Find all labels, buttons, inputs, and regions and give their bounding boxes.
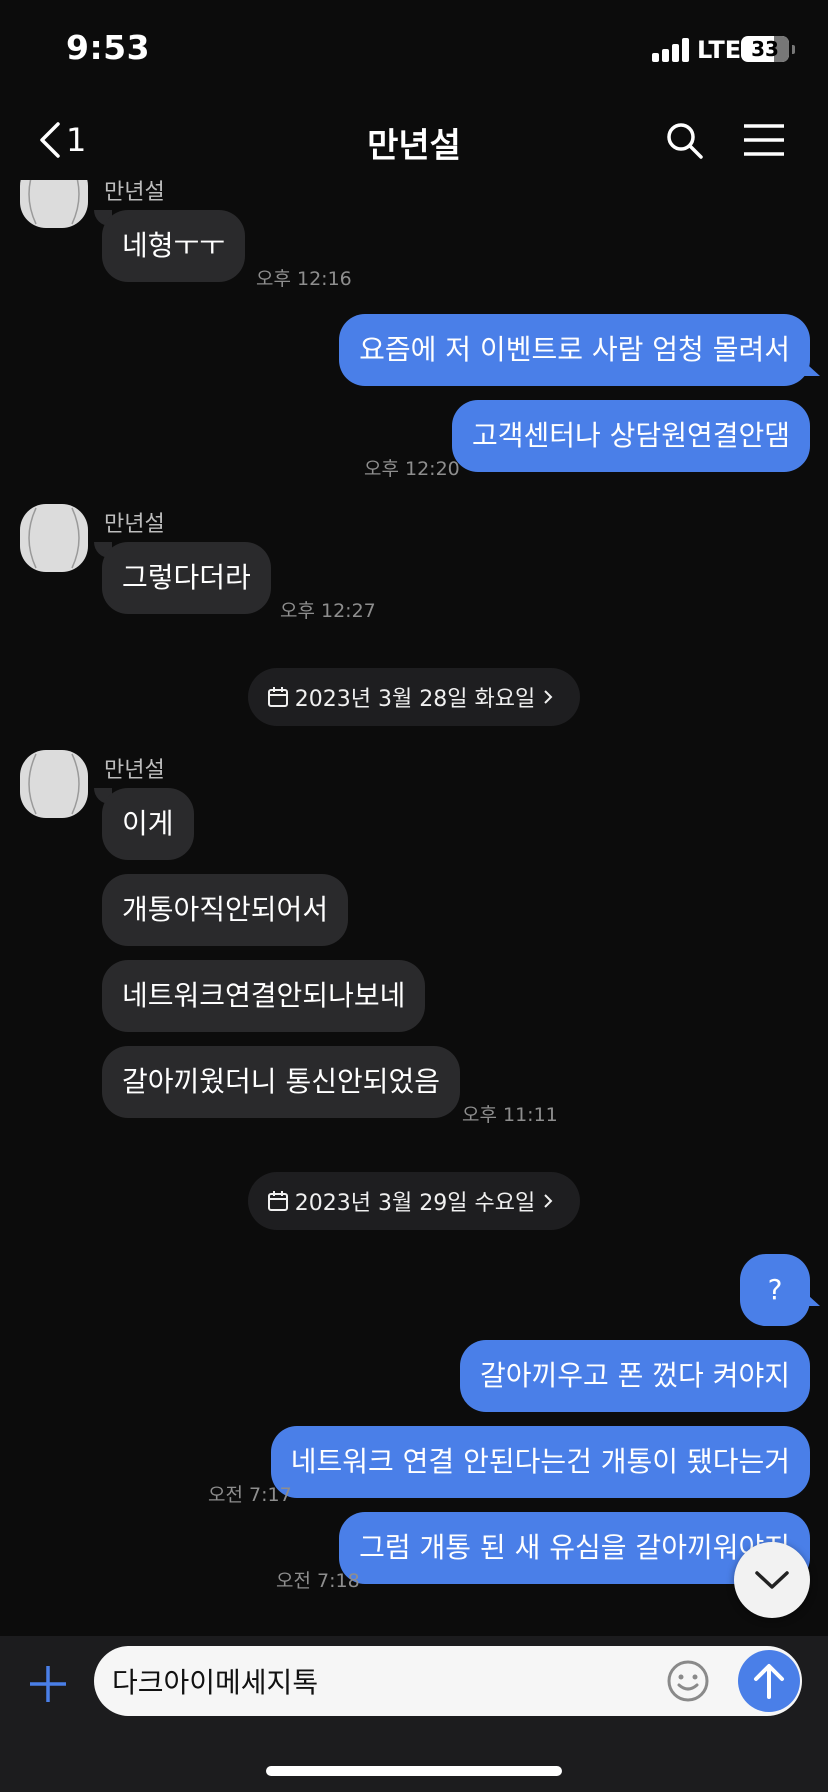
search-icon: [667, 123, 703, 159]
message-bubble-incoming[interactable]: 그렇다더라: [102, 542, 271, 614]
chevron-right-icon: [544, 1194, 553, 1208]
date-divider[interactable]: 2023년 3월 29일 수요일: [248, 1172, 580, 1230]
message-bubble-incoming[interactable]: 네트워크연결안되나보네: [102, 960, 426, 1032]
chevron-right-icon: [544, 690, 553, 704]
menu-button[interactable]: [742, 122, 786, 158]
sender-name: 만년설: [104, 512, 165, 537]
message-time: 오전 7:17: [208, 1484, 292, 1506]
plus-icon: [30, 1666, 66, 1702]
date-label: 2023년 3월 29일 수요일: [294, 1191, 536, 1216]
avatar[interactable]: [20, 504, 88, 572]
message-bubble-outgoing[interactable]: 요즘에 저 이벤트로 사람 엄청 몰려서: [339, 314, 810, 386]
search-button[interactable]: [664, 120, 704, 160]
message-bubble-incoming[interactable]: 네형ㅜㅜ: [102, 210, 246, 282]
scroll-to-bottom-button[interactable]: [734, 1542, 810, 1618]
message-time: 오후 11:11: [462, 1104, 558, 1126]
chevron-down-icon: [755, 1571, 789, 1589]
chat-header: 1 만년설: [0, 100, 828, 180]
message-bubble-outgoing[interactable]: 네트워크 연결 안된다는건 개통이 됐다는거: [270, 1426, 810, 1498]
message-bubble-incoming[interactable]: 이게: [102, 788, 194, 860]
calendar-icon: [267, 1191, 288, 1211]
message-bubble-outgoing[interactable]: 갈아끼우고 폰 껐다 켜야지: [459, 1340, 810, 1412]
emoji-icon: [667, 1660, 709, 1702]
message-bubble-incoming[interactable]: 갈아끼웠더니 통신안되었음: [102, 1046, 461, 1118]
calendar-icon: [267, 687, 288, 707]
message-bubble-outgoing[interactable]: 고객센터나 상담원연결안댐: [451, 400, 810, 472]
date-label: 2023년 3월 28일 화요일: [294, 687, 536, 712]
signal-icon: [652, 38, 692, 62]
message-time: 오후 12:27: [280, 600, 376, 622]
battery-icon: 33: [741, 36, 795, 62]
avatar[interactable]: [20, 750, 88, 818]
message-time: 오전 7:18: [276, 1570, 360, 1592]
message-time: 오후 12:16: [256, 268, 352, 290]
attach-button[interactable]: [28, 1664, 68, 1704]
emoji-button[interactable]: [666, 1659, 710, 1703]
send-button[interactable]: [738, 1650, 800, 1712]
status-time: 9:53: [66, 28, 151, 67]
network-label: LTE: [697, 36, 742, 64]
sender-name: 만년설: [104, 180, 165, 205]
menu-icon: [744, 124, 784, 156]
battery-level: 33: [751, 37, 779, 61]
composer-bar: [0, 1636, 828, 1792]
message-field: [94, 1646, 802, 1716]
avatar[interactable]: [20, 180, 88, 228]
status-bar: 9:53 LTE 33: [0, 0, 828, 100]
sender-name: 만년설: [104, 758, 165, 783]
send-arrow-icon: [754, 1664, 784, 1699]
message-time: 오후 12:20: [364, 458, 460, 480]
message-bubble-outgoing[interactable]: ?: [740, 1254, 810, 1326]
message-list[interactable]: 만년설 네형ㅜㅜ 오후 12:16 요즘에 저 이벤트로 사람 엄청 몰려서 고…: [0, 180, 828, 1636]
home-indicator: [266, 1766, 562, 1776]
message-input[interactable]: [112, 1646, 652, 1716]
date-divider[interactable]: 2023년 3월 28일 화요일: [248, 668, 580, 726]
message-bubble-incoming[interactable]: 개통아직안되어서: [102, 874, 349, 946]
